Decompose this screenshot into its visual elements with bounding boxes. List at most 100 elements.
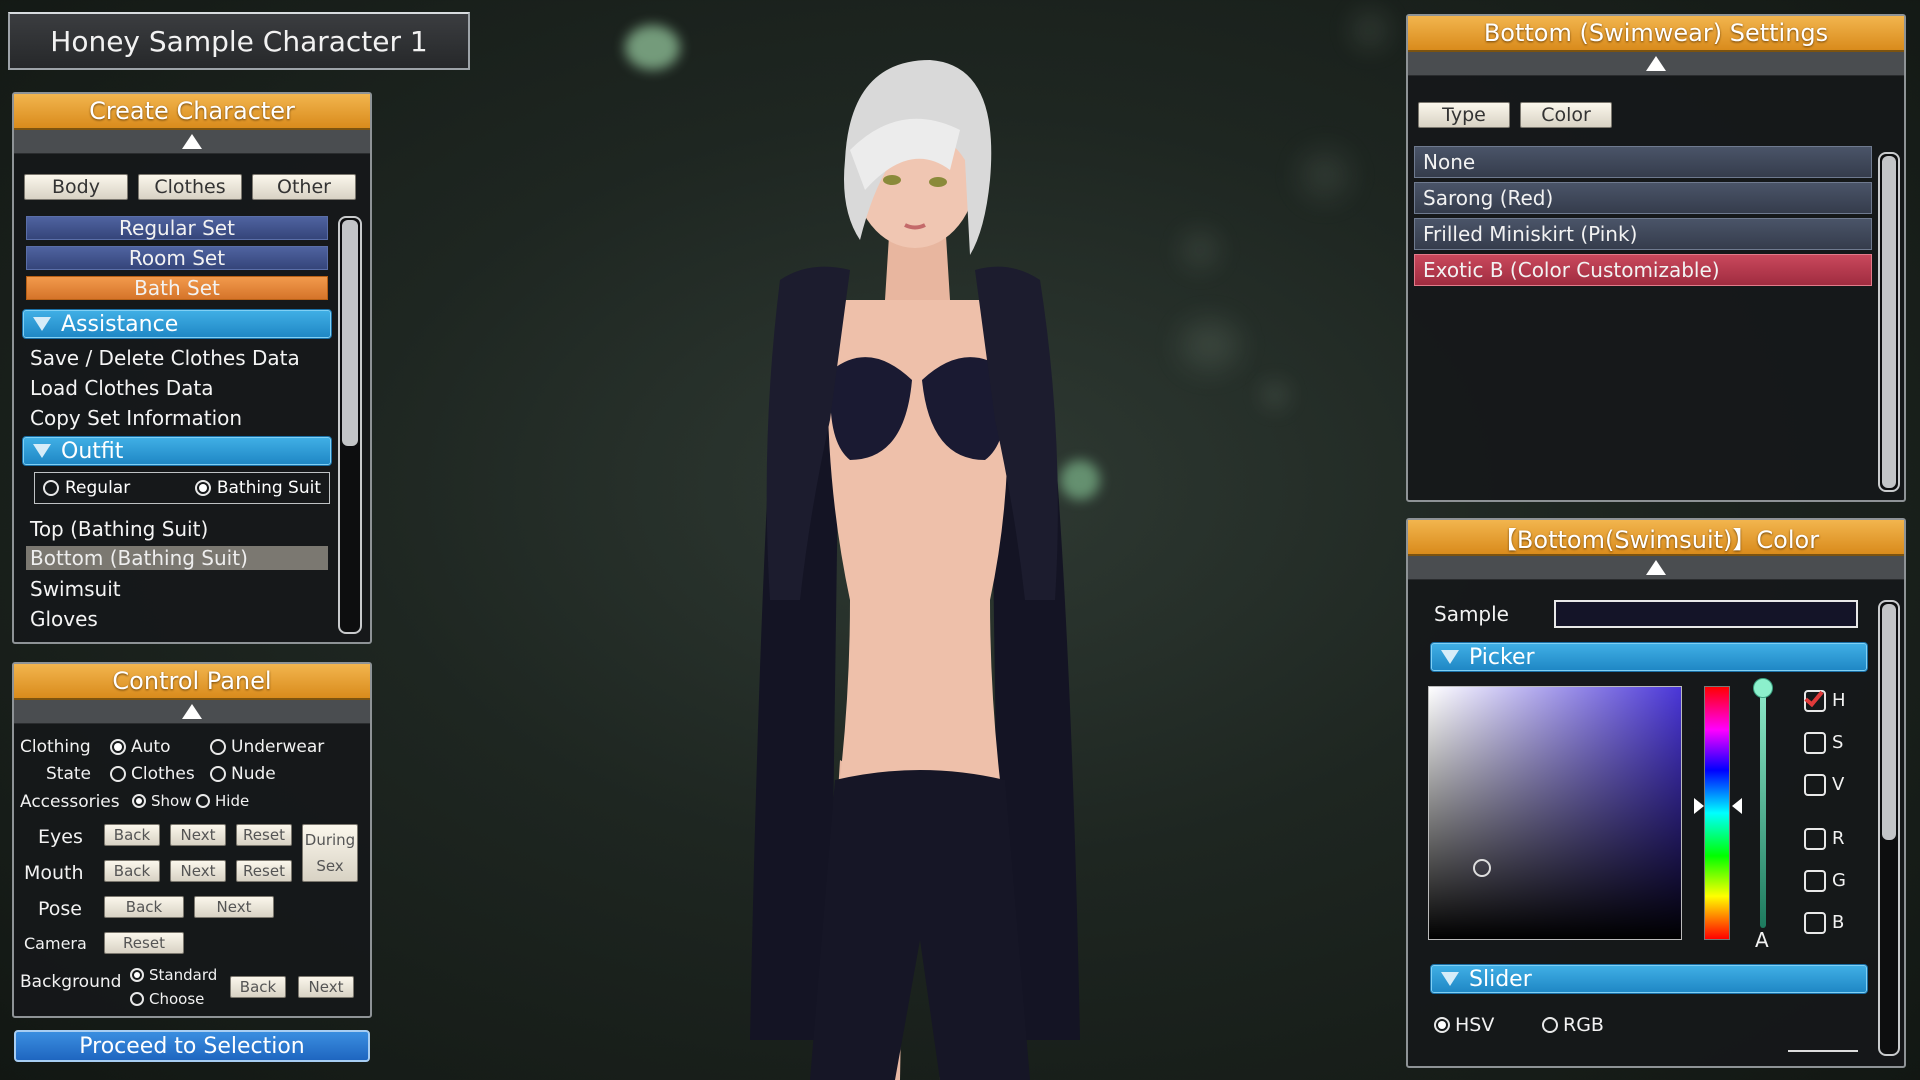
sv-cursor-icon[interactable]	[1473, 859, 1491, 877]
assistance-section-toggle[interactable]: Assistance	[22, 309, 332, 339]
slider-section-toggle[interactable]: Slider	[1430, 964, 1868, 994]
collapse-panel-button[interactable]	[14, 700, 370, 724]
outfit-section-toggle[interactable]: Outfit	[22, 436, 332, 466]
camera-reset-button[interactable]: Reset	[104, 932, 184, 954]
proceed-to-selection-button[interactable]: Proceed to Selection	[14, 1030, 370, 1062]
collapse-panel-button[interactable]	[14, 130, 370, 154]
slider-row-partial	[1788, 1050, 1858, 1056]
bokeh-light	[1350, 10, 1390, 50]
radio-circle	[1542, 1017, 1558, 1033]
background-back-button[interactable]: Back	[230, 976, 286, 998]
bottom-list-scrollbar[interactable]	[1878, 152, 1900, 492]
mode-hsv-radio[interactable]: HSV	[1434, 1014, 1494, 1036]
bokeh-light	[1260, 380, 1290, 410]
room-set-button[interactable]: Room Set	[26, 246, 328, 270]
radio-label: HSV	[1455, 1014, 1495, 1036]
color-panel-scrollbar[interactable]	[1878, 600, 1900, 1056]
copy-set-item[interactable]: Copy Set Information	[30, 406, 242, 430]
scrollbar-thumb[interactable]	[342, 220, 358, 446]
channel-label: H	[1832, 690, 1846, 711]
character-model[interactable]	[700, 40, 1120, 1080]
background-choose-radio[interactable]: Choose	[130, 990, 204, 1008]
bottom-bathing-suit-item[interactable]: Bottom (Bathing Suit)	[26, 546, 328, 570]
clothing-clothes-radio[interactable]: Clothes	[110, 764, 195, 784]
background-standard-radio[interactable]: Standard	[130, 966, 217, 984]
pose-back-button[interactable]: Back	[104, 896, 184, 918]
eyes-back-button[interactable]: Back	[104, 824, 160, 846]
scrollbar-thumb[interactable]	[1882, 156, 1896, 488]
channel-label: G	[1832, 870, 1846, 891]
radio-circle	[110, 739, 126, 755]
swimsuit-item[interactable]: Swimsuit	[30, 577, 121, 601]
load-clothes-item[interactable]: Load Clothes Data	[30, 376, 213, 400]
checkbox-box	[1804, 774, 1826, 796]
tab-color[interactable]: Color	[1520, 102, 1612, 128]
sv-color-square[interactable]	[1428, 686, 1682, 940]
bath-set-button[interactable]: Bath Set	[26, 276, 328, 300]
clothing-auto-radio[interactable]: Auto	[110, 737, 170, 757]
hue-slider[interactable]	[1704, 686, 1730, 940]
picker-section-toggle[interactable]: Picker	[1430, 642, 1868, 672]
clothing-nude-radio[interactable]: Nude	[210, 764, 276, 784]
accessories-hide-radio[interactable]: Hide	[196, 792, 249, 810]
clothing-underwear-radio[interactable]: Underwear	[210, 737, 324, 757]
expand-down-icon	[1441, 972, 1459, 986]
tab-body[interactable]: Body	[24, 174, 128, 200]
create-panel-scrollbar[interactable]	[338, 216, 362, 634]
radio-circle	[1434, 1017, 1450, 1033]
mouth-next-button[interactable]: Next	[170, 860, 226, 882]
outfit-bathing-suit-radio[interactable]: Bathing Suit	[194, 478, 321, 498]
top-bathing-suit-item[interactable]: Top (Bathing Suit)	[30, 517, 208, 541]
eyes-reset-button[interactable]: Reset	[236, 824, 292, 846]
regular-set-button[interactable]: Regular Set	[26, 216, 328, 240]
checkbox-box	[1804, 870, 1826, 892]
during-sex-line1: During	[304, 831, 356, 849]
eyes-label: Eyes	[38, 826, 83, 848]
list-item-frilled-miniskirt[interactable]: Frilled Miniskirt (Pink)	[1414, 218, 1872, 250]
radio-label: Auto	[131, 737, 171, 757]
outfit-mode-group: Regular Bathing Suit	[34, 472, 330, 504]
collapse-panel-button[interactable]	[1408, 52, 1904, 76]
accessories-label: Accessories	[20, 792, 120, 812]
sample-fill	[1556, 602, 1856, 626]
mouth-reset-button[interactable]: Reset	[236, 860, 292, 882]
radio-label: Standard	[149, 966, 218, 984]
radio-circle	[194, 480, 211, 496]
tab-other[interactable]: Other	[252, 174, 356, 200]
collapse-up-icon	[182, 704, 202, 719]
tab-type[interactable]: Type	[1418, 102, 1510, 128]
pose-next-button[interactable]: Next	[194, 896, 274, 918]
outfit-regular-radio[interactable]: Regular	[43, 478, 130, 498]
outfit-label: Outfit	[61, 438, 124, 464]
during-sex-button[interactable]: During Sex	[302, 824, 358, 882]
expand-down-icon	[1441, 650, 1459, 664]
radio-label: Underwear	[231, 737, 325, 757]
alpha-slider-track[interactable]	[1760, 692, 1766, 928]
list-item-sarong-red[interactable]: Sarong (Red)	[1414, 182, 1872, 214]
collapse-up-icon	[182, 134, 202, 149]
list-item-exotic-b[interactable]: Exotic B (Color Customizable)	[1414, 254, 1872, 286]
scrollbar-thumb[interactable]	[1882, 604, 1896, 840]
tab-clothes[interactable]: Clothes	[138, 174, 242, 200]
slider-label: Slider	[1469, 966, 1532, 992]
camera-label: Camera	[24, 934, 87, 953]
save-delete-clothes-item[interactable]: Save / Delete Clothes Data	[30, 346, 300, 370]
radio-circle	[130, 968, 144, 982]
eyes-next-button[interactable]: Next	[170, 824, 226, 846]
radio-circle	[110, 766, 126, 782]
radio-circle	[130, 992, 144, 1006]
mouth-back-button[interactable]: Back	[104, 860, 160, 882]
alpha-slider-handle[interactable]	[1753, 678, 1773, 698]
hue-marker-right-icon[interactable]	[1732, 798, 1742, 814]
background-next-button[interactable]: Next	[298, 976, 354, 998]
gloves-item[interactable]: Gloves	[30, 607, 98, 631]
radio-label: RGB	[1563, 1014, 1604, 1036]
list-item-none[interactable]: None	[1414, 146, 1872, 178]
hue-marker-left-icon[interactable]	[1694, 798, 1704, 814]
clothing-label: Clothing	[20, 737, 91, 757]
collapse-panel-button[interactable]	[1408, 556, 1904, 580]
accessories-show-radio[interactable]: Show	[132, 792, 191, 810]
bokeh-light	[1180, 230, 1220, 270]
mode-rgb-radio[interactable]: RGB	[1542, 1014, 1604, 1036]
checkbox-box	[1804, 912, 1826, 934]
